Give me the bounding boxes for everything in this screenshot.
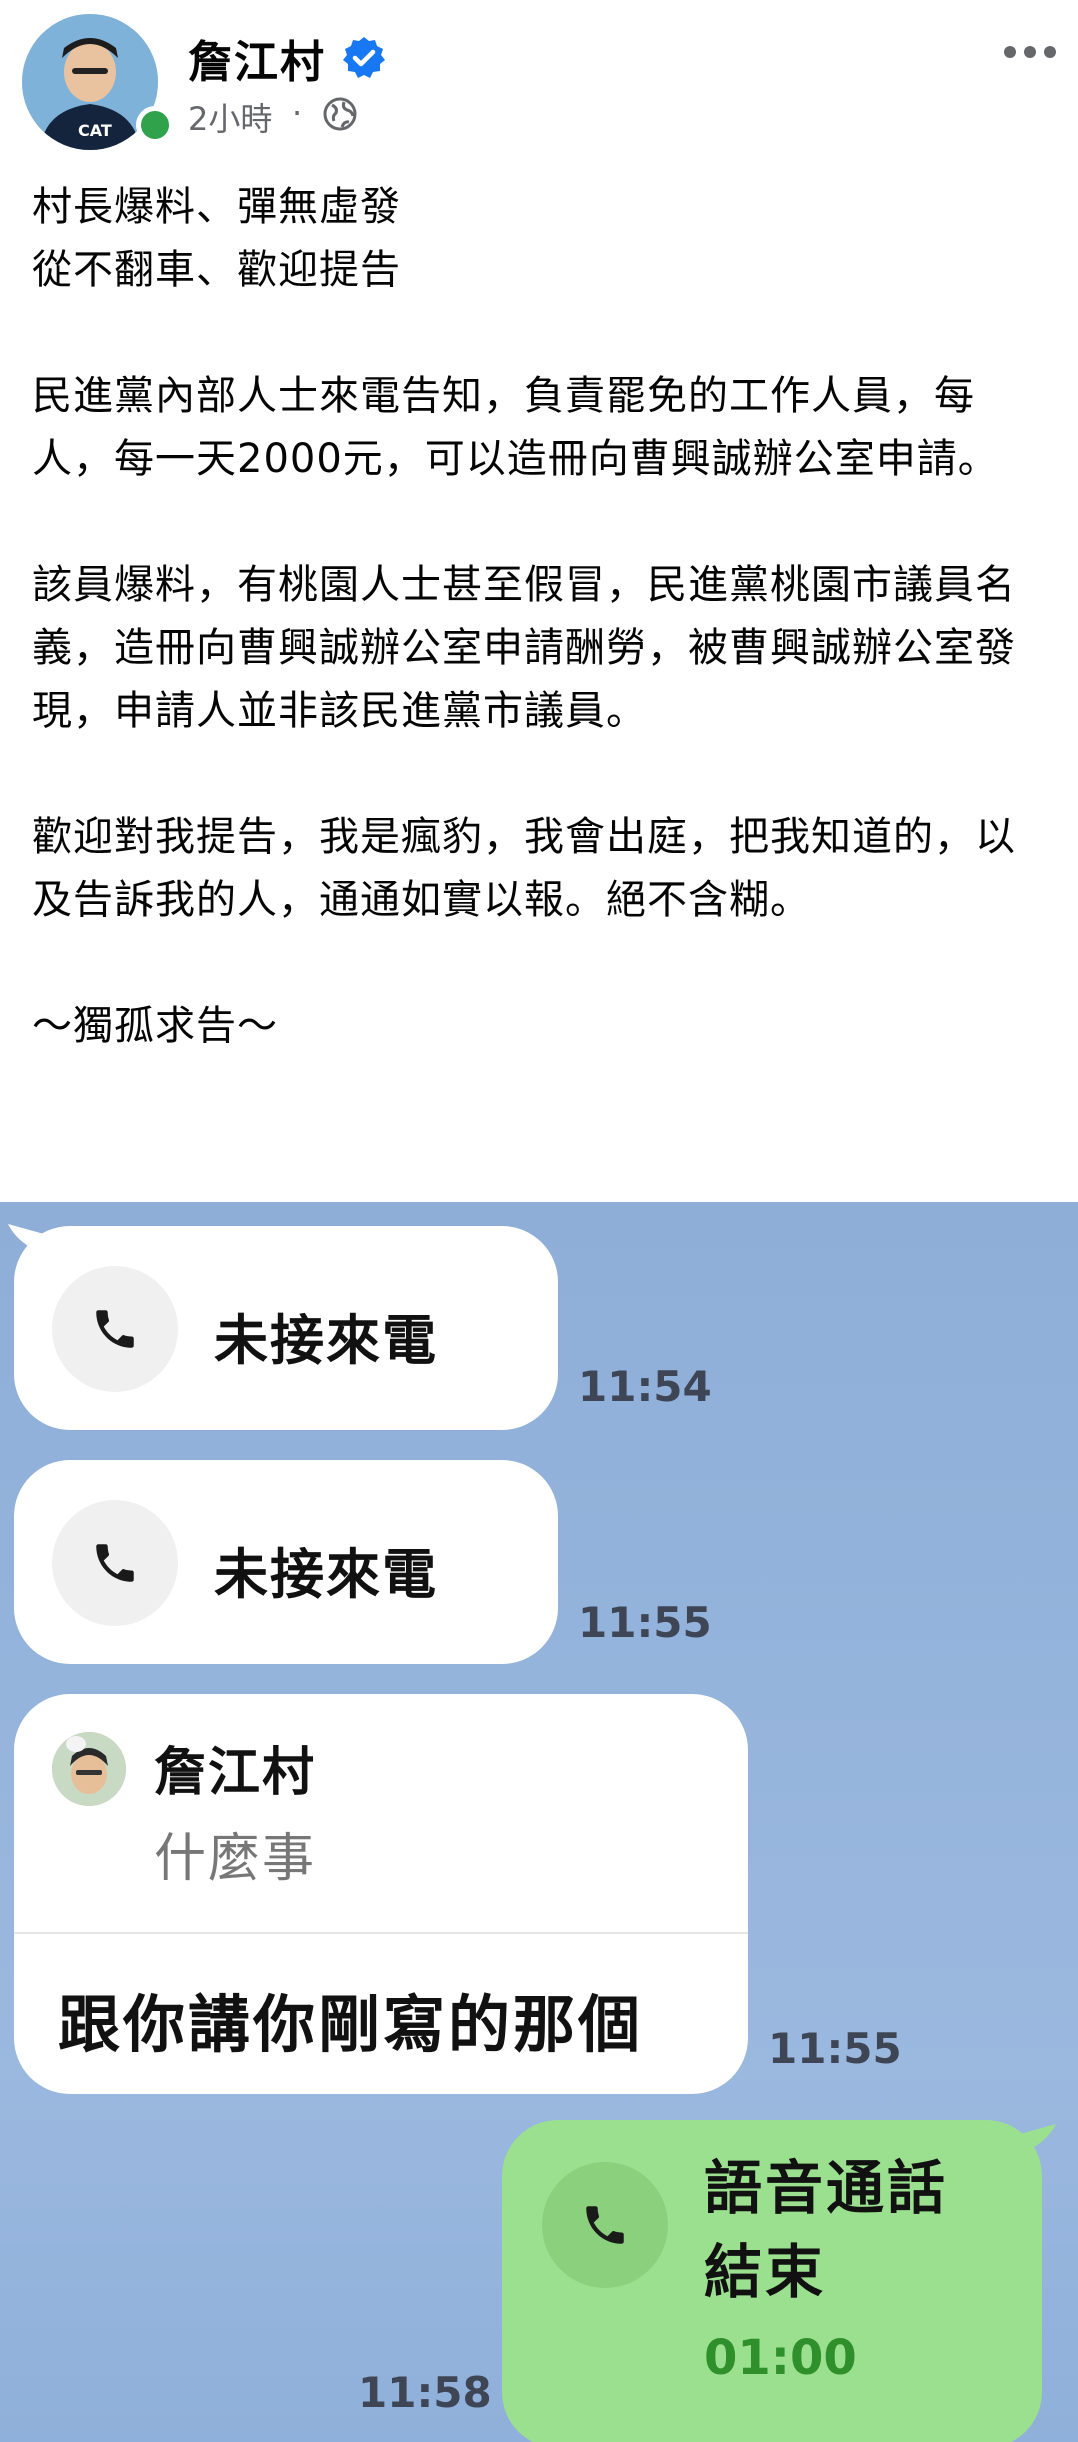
- message-time: 11:58: [358, 2368, 492, 2417]
- missed-call-label: 未接來電: [214, 1309, 438, 1372]
- message-time: 11:55: [578, 1598, 712, 1647]
- reply-message-text: 跟你講你剛寫的那個: [58, 1988, 644, 2061]
- more-options-icon[interactable]: [1000, 40, 1060, 64]
- online-status-indicator: [136, 106, 174, 144]
- phone-icon-circle: [52, 1266, 178, 1392]
- phone-icon: [96, 1310, 134, 1348]
- missed-call-label: 未接來電: [214, 1543, 438, 1606]
- author-name[interactable]: 詹江村: [188, 26, 326, 90]
- chat-screenshot-image[interactable]: 未接來電 11:54 未接來電 11:55 詹江村 什麼事 跟你講你剛寫的那個 …: [0, 1202, 1078, 2442]
- post-body: 村長爆料、彈無虛發 從不翻車、歡迎提告 民進黨內部人士來電告知，負責罷免的工作人…: [32, 176, 1042, 1058]
- globe-icon[interactable]: [322, 96, 358, 132]
- post-paragraph: 歡迎對我提告，我是瘋豹，我會出庭，把我知道的，以及告訴我的人，通通如實以報。絕不…: [32, 814, 1016, 923]
- post-header: CAT 詹江村 2小時 ·: [0, 0, 1078, 150]
- phone-icon-circle: [542, 2162, 668, 2288]
- voice-call-label-line1: 語音通話: [704, 2154, 949, 2222]
- quoted-user-avatar: [52, 1732, 126, 1806]
- verified-badge-icon: [343, 37, 385, 78]
- message-time: 11:55: [768, 2024, 902, 2073]
- voice-call-ended-bubble[interactable]: 語音通話 結束 01:00: [502, 2120, 1042, 2442]
- bubble-tail: [1020, 2124, 1056, 2154]
- post-timestamp[interactable]: 2小時: [188, 94, 272, 140]
- quoted-message-text: 什麼事: [154, 1829, 317, 1889]
- post-text-line: 從不翻車、歡迎提告: [32, 247, 401, 293]
- phone-icon-circle: [52, 1500, 178, 1626]
- reply-message-bubble[interactable]: 詹江村 什麼事 跟你講你剛寫的那個: [14, 1694, 748, 2094]
- time-separator: ·: [292, 94, 303, 132]
- post-text-line: 村長爆料、彈無虛發: [32, 184, 401, 230]
- phone-icon: [586, 2206, 624, 2244]
- call-duration: 01:00: [704, 2330, 857, 2386]
- voice-call-label-line2: 結束: [704, 2238, 827, 2306]
- post-paragraph: 該員爆料，有桃園人士甚至假冒，民進黨桃園市議員名義，造冊向曹興誠辦公室申請酬勞，…: [32, 562, 1016, 734]
- missed-call-bubble[interactable]: 未接來電: [14, 1226, 558, 1430]
- reply-divider: [14, 1932, 748, 1934]
- author-avatar-container[interactable]: CAT: [22, 14, 174, 150]
- missed-call-bubble[interactable]: 未接來電: [14, 1460, 558, 1664]
- post-paragraph: 民進黨內部人士來電告知，負責罷免的工作人員，每人，每一天2000元，可以造冊向曹…: [32, 373, 999, 482]
- phone-icon: [96, 1544, 134, 1582]
- svg-text:CAT: CAT: [78, 121, 112, 140]
- message-time: 11:54: [578, 1362, 712, 1411]
- post-signoff: 〜獨孤求告〜: [32, 1003, 278, 1049]
- quoted-user-name: 詹江村: [154, 1743, 317, 1803]
